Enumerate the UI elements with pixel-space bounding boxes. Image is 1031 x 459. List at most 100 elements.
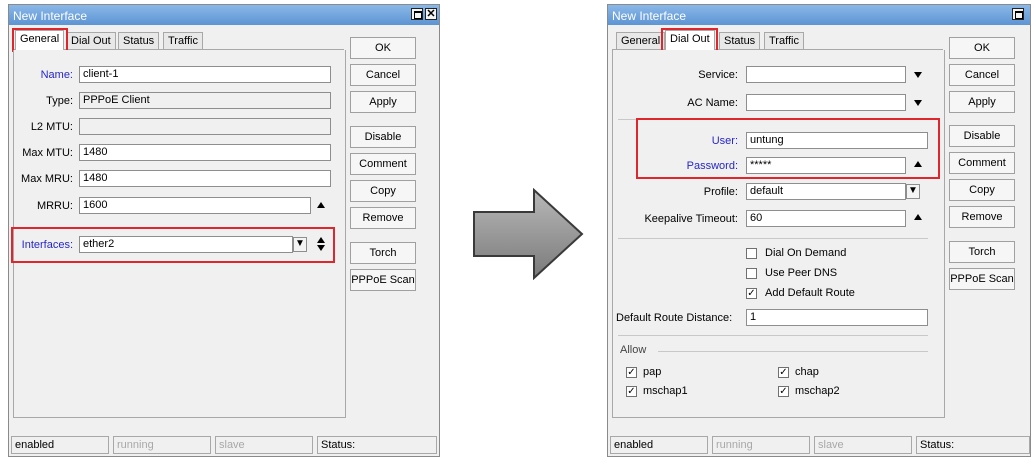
mschap2-label: mschap2 <box>795 385 840 397</box>
copy-button[interactable]: Copy <box>949 179 1015 201</box>
profile-select[interactable]: default <box>746 183 906 200</box>
mschap1-label: mschap1 <box>643 385 688 397</box>
separator <box>618 335 928 336</box>
mschap1-checkbox[interactable]: ✓ <box>626 386 637 397</box>
right-status-bar: enabled running slave Status: <box>608 434 1030 456</box>
comment-button[interactable]: Comment <box>350 153 416 175</box>
profile-label: Profile: <box>703 186 738 198</box>
user-input[interactable]: untung <box>746 132 928 149</box>
right-tab-general[interactable]: General <box>616 32 666 49</box>
keepalive-input[interactable]: 60 <box>746 210 906 227</box>
maximize-icon[interactable] <box>1012 8 1024 20</box>
service-select[interactable] <box>746 66 906 83</box>
left-tab-traffic[interactable]: Traffic <box>163 32 203 49</box>
separator <box>618 238 928 239</box>
left-titlebar: New Interface ✕ <box>9 5 439 25</box>
left-tab-dial-out[interactable]: Dial Out <box>66 32 116 49</box>
status-enabled: enabled <box>11 436 109 454</box>
password-label: Password: <box>686 160 738 172</box>
acname-label: AC Name: <box>687 97 738 109</box>
torch-button[interactable]: Torch <box>949 241 1015 263</box>
route-distance-input[interactable]: 1 <box>746 309 928 326</box>
acname-input[interactable] <box>746 94 906 111</box>
type-label: Type: <box>46 95 73 107</box>
remove-button[interactable]: Remove <box>949 206 1015 228</box>
status-label: Status: <box>916 436 1030 454</box>
torch-button[interactable]: Torch <box>350 242 416 264</box>
left-new-interface-window: New Interface ✕ General Dial Out Status … <box>8 4 440 457</box>
status-running: running <box>712 436 810 454</box>
left-general-tab-highlight <box>12 28 68 52</box>
apply-button[interactable]: Apply <box>949 91 1015 113</box>
right-arrow-icon <box>473 188 584 280</box>
mrru-input[interactable]: 1600 <box>79 197 311 214</box>
pap-checkbox[interactable]: ✓ <box>626 367 637 378</box>
use-peer-dns-label: Use Peer DNS <box>765 267 838 279</box>
interfaces-add-icon[interactable] <box>317 237 325 243</box>
right-titlebar: New Interface <box>608 5 1030 25</box>
l2mtu-label: L2 MTU: <box>30 121 73 133</box>
left-tab-status[interactable]: Status <box>118 32 160 49</box>
interfaces-dropdown-icon[interactable]: ▼ <box>293 237 307 252</box>
right-window-title: New Interface <box>612 9 687 23</box>
cancel-button[interactable]: Cancel <box>350 64 416 86</box>
dial-on-demand-label: Dial On Demand <box>765 247 847 259</box>
mrru-collapse-icon[interactable] <box>317 202 325 208</box>
ok-button[interactable]: OK <box>350 37 416 59</box>
add-default-route-label: Add Default Route <box>765 287 855 299</box>
disable-button[interactable]: Disable <box>949 125 1015 147</box>
name-label: Name: <box>40 69 73 81</box>
service-dropdown-icon[interactable] <box>914 72 922 78</box>
add-default-route-checkbox[interactable]: ✓ <box>746 288 757 299</box>
name-input[interactable]: client-1 <box>79 66 331 83</box>
pppoe-scan-button[interactable]: PPPoE Scan <box>350 269 416 291</box>
remove-button[interactable]: Remove <box>350 207 416 229</box>
status-enabled: enabled <box>610 436 708 454</box>
allow-group-line <box>658 351 928 352</box>
mrru-label: MRRU: <box>36 200 73 212</box>
status-running: running <box>113 436 211 454</box>
maxmru-label: Max MRU: <box>21 173 73 185</box>
status-slave: slave <box>814 436 912 454</box>
right-tab-status[interactable]: Status <box>719 32 761 49</box>
keepalive-collapse-icon[interactable] <box>914 214 922 220</box>
keepalive-label: Keepalive Timeout: <box>644 213 738 225</box>
password-collapse-icon[interactable] <box>914 161 922 167</box>
mschap2-checkbox[interactable]: ✓ <box>778 386 789 397</box>
acname-dropdown-icon[interactable] <box>914 100 922 106</box>
left-status-bar: enabled running slave Status: <box>9 434 439 456</box>
route-distance-label: Default Route Distance: <box>616 312 733 324</box>
apply-button[interactable]: Apply <box>350 91 416 113</box>
interfaces-label: Interfaces: <box>21 239 73 251</box>
dial-out-tab-highlight <box>661 28 718 52</box>
interfaces-select[interactable]: ether2 <box>79 236 293 253</box>
left-window-title: New Interface <box>13 9 88 23</box>
allow-group-label: Allow <box>620 344 647 356</box>
maxmtu-label: Max MTU: <box>22 147 73 159</box>
pppoe-scan-button[interactable]: PPPoE Scan <box>949 268 1015 290</box>
right-new-interface-window: New Interface General Dial Out Status Tr… <box>607 4 1031 457</box>
status-slave: slave <box>215 436 313 454</box>
chap-label: chap <box>795 366 819 378</box>
comment-button[interactable]: Comment <box>949 152 1015 174</box>
disable-button[interactable]: Disable <box>350 126 416 148</box>
service-label: Service: <box>698 69 738 81</box>
close-icon[interactable]: ✕ <box>425 8 437 20</box>
copy-button[interactable]: Copy <box>350 180 416 202</box>
dial-on-demand-checkbox[interactable] <box>746 248 757 259</box>
maximize-icon[interactable] <box>411 8 423 20</box>
maxmtu-input[interactable]: 1480 <box>79 144 331 161</box>
l2mtu-field <box>79 118 331 135</box>
ok-button[interactable]: OK <box>949 37 1015 59</box>
interfaces-remove-icon[interactable] <box>317 245 325 251</box>
chap-checkbox[interactable]: ✓ <box>778 367 789 378</box>
password-input[interactable]: ***** <box>746 157 906 174</box>
use-peer-dns-checkbox[interactable] <box>746 268 757 279</box>
type-field: PPPoE Client <box>79 92 331 109</box>
maxmru-input[interactable]: 1480 <box>79 170 331 187</box>
right-tab-traffic[interactable]: Traffic <box>764 32 804 49</box>
pap-label: pap <box>643 366 662 378</box>
user-label: User: <box>711 135 738 147</box>
profile-dropdown-icon[interactable]: ▼ <box>906 184 920 199</box>
cancel-button[interactable]: Cancel <box>949 64 1015 86</box>
